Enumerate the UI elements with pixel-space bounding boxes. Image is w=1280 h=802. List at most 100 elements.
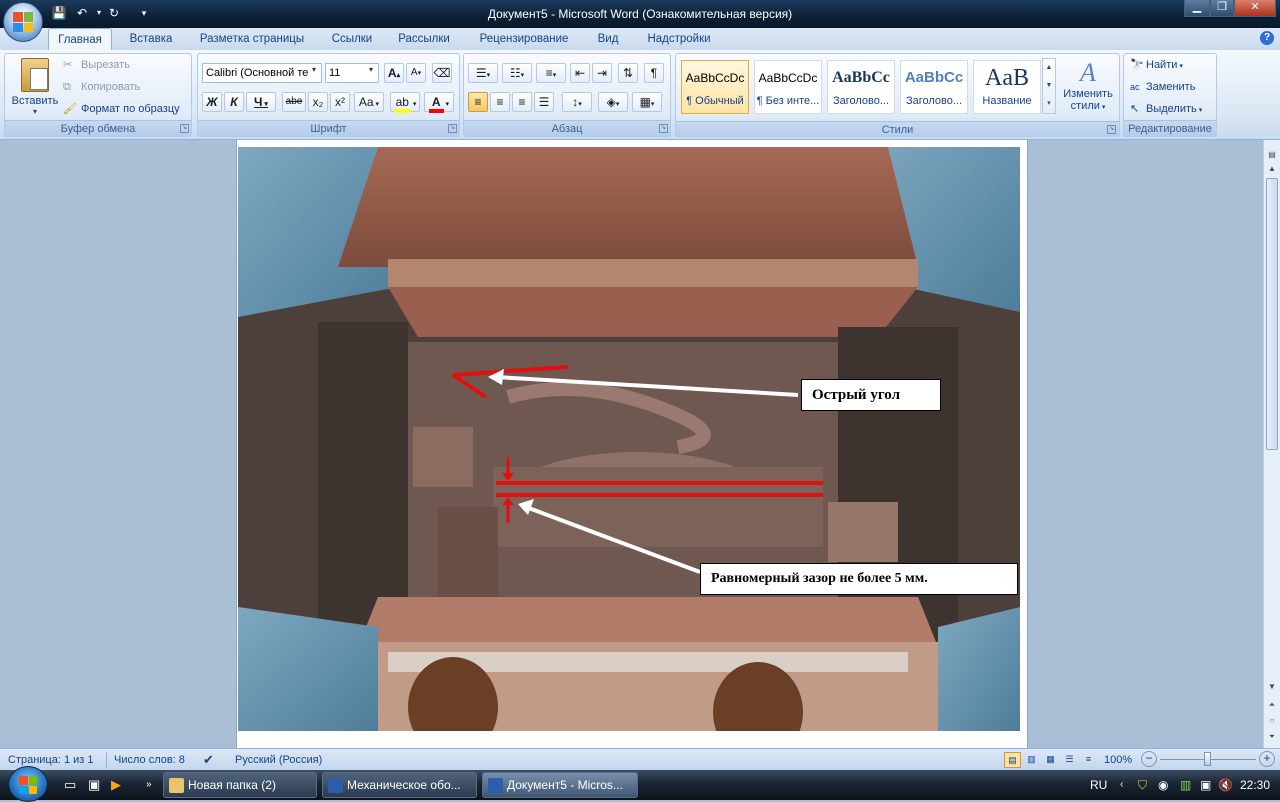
save-icon[interactable]: 💾 (50, 4, 68, 22)
select-button[interactable]: ↖ Выделить ▾ (1130, 100, 1202, 118)
highlight-button[interactable]: ab ▾ (390, 92, 420, 113)
clipboard-launcher-icon[interactable]: ↘ (180, 124, 189, 133)
switch-windows-icon[interactable]: ▣ (88, 774, 100, 796)
font-size-dropdown-icon[interactable]: ▾ (369, 65, 373, 74)
zoom-out-icon[interactable]: − (1141, 751, 1157, 767)
find-button[interactable]: 🔭 Найти ▾ (1130, 56, 1183, 74)
full-screen-reading-icon[interactable]: ▥ (1023, 752, 1040, 768)
task-mechanical-doc[interactable]: Механическое обо... (322, 772, 477, 798)
tab-review[interactable]: Рецензирование (470, 28, 578, 50)
change-case-button[interactable]: Aa ▾ (354, 92, 384, 112)
tab-insert[interactable]: Вставка (120, 28, 182, 50)
bold-button[interactable]: Ж (202, 92, 222, 112)
quicklaunch-more-icon[interactable]: » (146, 774, 152, 796)
font-color-button[interactable]: A ▾ (424, 92, 454, 113)
redo-icon[interactable]: ↻ (105, 4, 123, 22)
zoom-slider-thumb[interactable] (1204, 752, 1211, 766)
scroll-down-icon[interactable]: ▼ (1043, 77, 1055, 95)
multilevel-list-button[interactable]: ≡▾ (536, 63, 566, 83)
font-launcher-icon[interactable]: ↘ (448, 124, 457, 133)
close-button[interactable]: ✕ (1234, 0, 1276, 17)
undo-icon[interactable]: ↶ (73, 4, 91, 22)
align-left-button[interactable]: ≡ (468, 92, 488, 112)
change-styles-button[interactable]: A Изменить стили ▾ (1060, 58, 1116, 120)
italic-button[interactable]: К (224, 92, 244, 112)
show-marks-button[interactable]: ¶ (644, 63, 664, 83)
scroll-up-icon[interactable]: ▲ (1043, 59, 1055, 77)
style-heading2[interactable]: AaBbCc Заголово... (900, 60, 968, 114)
task-new-folder[interactable]: Новая папка (2) (163, 772, 317, 798)
minimize-button[interactable]: ▁ (1184, 0, 1210, 17)
cut-button[interactable]: ✂ Вырезать (63, 56, 130, 74)
tab-addins[interactable]: Надстройки (640, 28, 718, 50)
show-desktop-icon[interactable]: ▭ (64, 774, 76, 796)
superscript-button[interactable]: x² (330, 92, 350, 112)
zoom-in-icon[interactable]: + (1259, 751, 1275, 767)
decrease-indent-button[interactable]: ⇤ (570, 63, 590, 83)
scroll-up-arrow-icon[interactable]: ▲ (1265, 162, 1279, 176)
styles-launcher-icon[interactable]: ↘ (1107, 125, 1116, 134)
grow-font-button[interactable]: A▴ (384, 63, 404, 83)
word-count[interactable]: Число слов: 8 (114, 752, 185, 768)
align-center-button[interactable]: ≡ (490, 92, 510, 112)
paragraph-launcher-icon[interactable]: ↘ (659, 124, 668, 133)
input-language[interactable]: RU (1090, 774, 1107, 796)
style-no-spacing[interactable]: AaBbCcDc ¶ Без инте... (754, 60, 822, 114)
tab-page-layout[interactable]: Разметка страницы (192, 28, 312, 50)
subscript-button[interactable]: x₂ (308, 92, 328, 112)
align-right-button[interactable]: ≡ (512, 92, 532, 112)
copy-button[interactable]: ⧉ Копировать (63, 78, 140, 96)
page-count[interactable]: Страница: 1 из 1 (8, 752, 94, 768)
paste-button[interactable]: Вставить ▾ (9, 56, 61, 118)
style-heading1[interactable]: AaBbCc Заголово... (827, 60, 895, 114)
draft-icon[interactable]: ≡ (1080, 752, 1097, 768)
strikethrough-button[interactable]: abe (282, 92, 306, 112)
style-title[interactable]: AaB Название (973, 60, 1041, 114)
clock[interactable]: 22:30 (1240, 774, 1270, 796)
language-indicator[interactable]: Русский (Россия) (235, 752, 322, 768)
customize-qat-icon[interactable]: ▾ (135, 4, 153, 22)
replace-button[interactable]: ac Заменить (1130, 78, 1195, 96)
vertical-scrollbar[interactable]: ▤ ▲ ▼ ⏶ ○ ⏷ (1263, 140, 1280, 748)
style-normal[interactable]: AaBbCcDc ¶ Обычный (681, 60, 749, 114)
media-player-icon[interactable]: ▶ (111, 774, 121, 796)
document-photo[interactable]: Острый угол Равномерный зазор не более 5… (238, 147, 1020, 731)
tab-home[interactable]: Главная (48, 28, 112, 50)
start-button[interactable] (8, 766, 48, 802)
tab-mailings[interactable]: Рассылки (392, 28, 456, 50)
tray-window-icon[interactable]: ▣ (1200, 774, 1211, 796)
volume-muted-icon[interactable]: 🔇 (1218, 774, 1233, 796)
font-family-dropdown-icon[interactable]: ▾ (312, 65, 316, 74)
task-document5[interactable]: Документ5 - Micros... (482, 772, 638, 798)
security-shield-icon[interactable]: ⛉ (1138, 774, 1147, 796)
numbering-button[interactable]: ☷▾ (502, 63, 532, 83)
line-spacing-button[interactable]: ↕▾ (562, 92, 592, 112)
shading-button[interactable]: ◈▾ (598, 92, 628, 112)
tab-references[interactable]: Ссылки (322, 28, 382, 50)
proofing-icon[interactable]: ✔ (203, 752, 214, 768)
ruler-toggle-icon[interactable]: ▤ (1265, 148, 1279, 162)
maximize-button[interactable]: ❐ (1210, 0, 1234, 17)
help-icon[interactable]: ? (1260, 31, 1274, 45)
bullets-button[interactable]: ☰▾ (468, 63, 498, 83)
tab-view[interactable]: Вид (590, 28, 626, 50)
tray-app-icon[interactable]: ◉ (1158, 774, 1168, 796)
styles-scroll[interactable]: ▲ ▼ ▾ (1042, 58, 1056, 114)
network-icon[interactable]: ▥ (1180, 774, 1191, 796)
office-button[interactable] (3, 2, 43, 42)
zoom-level[interactable]: 100% (1104, 752, 1132, 768)
print-layout-icon[interactable]: ▤ (1004, 752, 1021, 768)
scroll-thumb[interactable] (1266, 178, 1278, 450)
underline-button[interactable]: Ч ▾ (246, 92, 276, 112)
clear-formatting-button[interactable]: ⌫ (432, 63, 452, 83)
scroll-down-arrow-icon[interactable]: ▼ (1265, 680, 1279, 694)
tray-expand-icon[interactable]: ‹ (1120, 774, 1123, 796)
next-page-icon[interactable]: ⏷ (1265, 730, 1279, 744)
more-styles-icon[interactable]: ▾ (1043, 95, 1055, 113)
format-painter-button[interactable]: 🖌 Формат по образцу (63, 100, 180, 118)
justify-button[interactable]: ☰ (534, 92, 554, 112)
font-family-select[interactable]: Calibri (Основной те (202, 63, 322, 83)
browse-object-icon[interactable]: ○ (1265, 714, 1279, 728)
sort-button[interactable]: ⇅ (618, 63, 638, 83)
web-layout-icon[interactable]: ▦ (1042, 752, 1059, 768)
